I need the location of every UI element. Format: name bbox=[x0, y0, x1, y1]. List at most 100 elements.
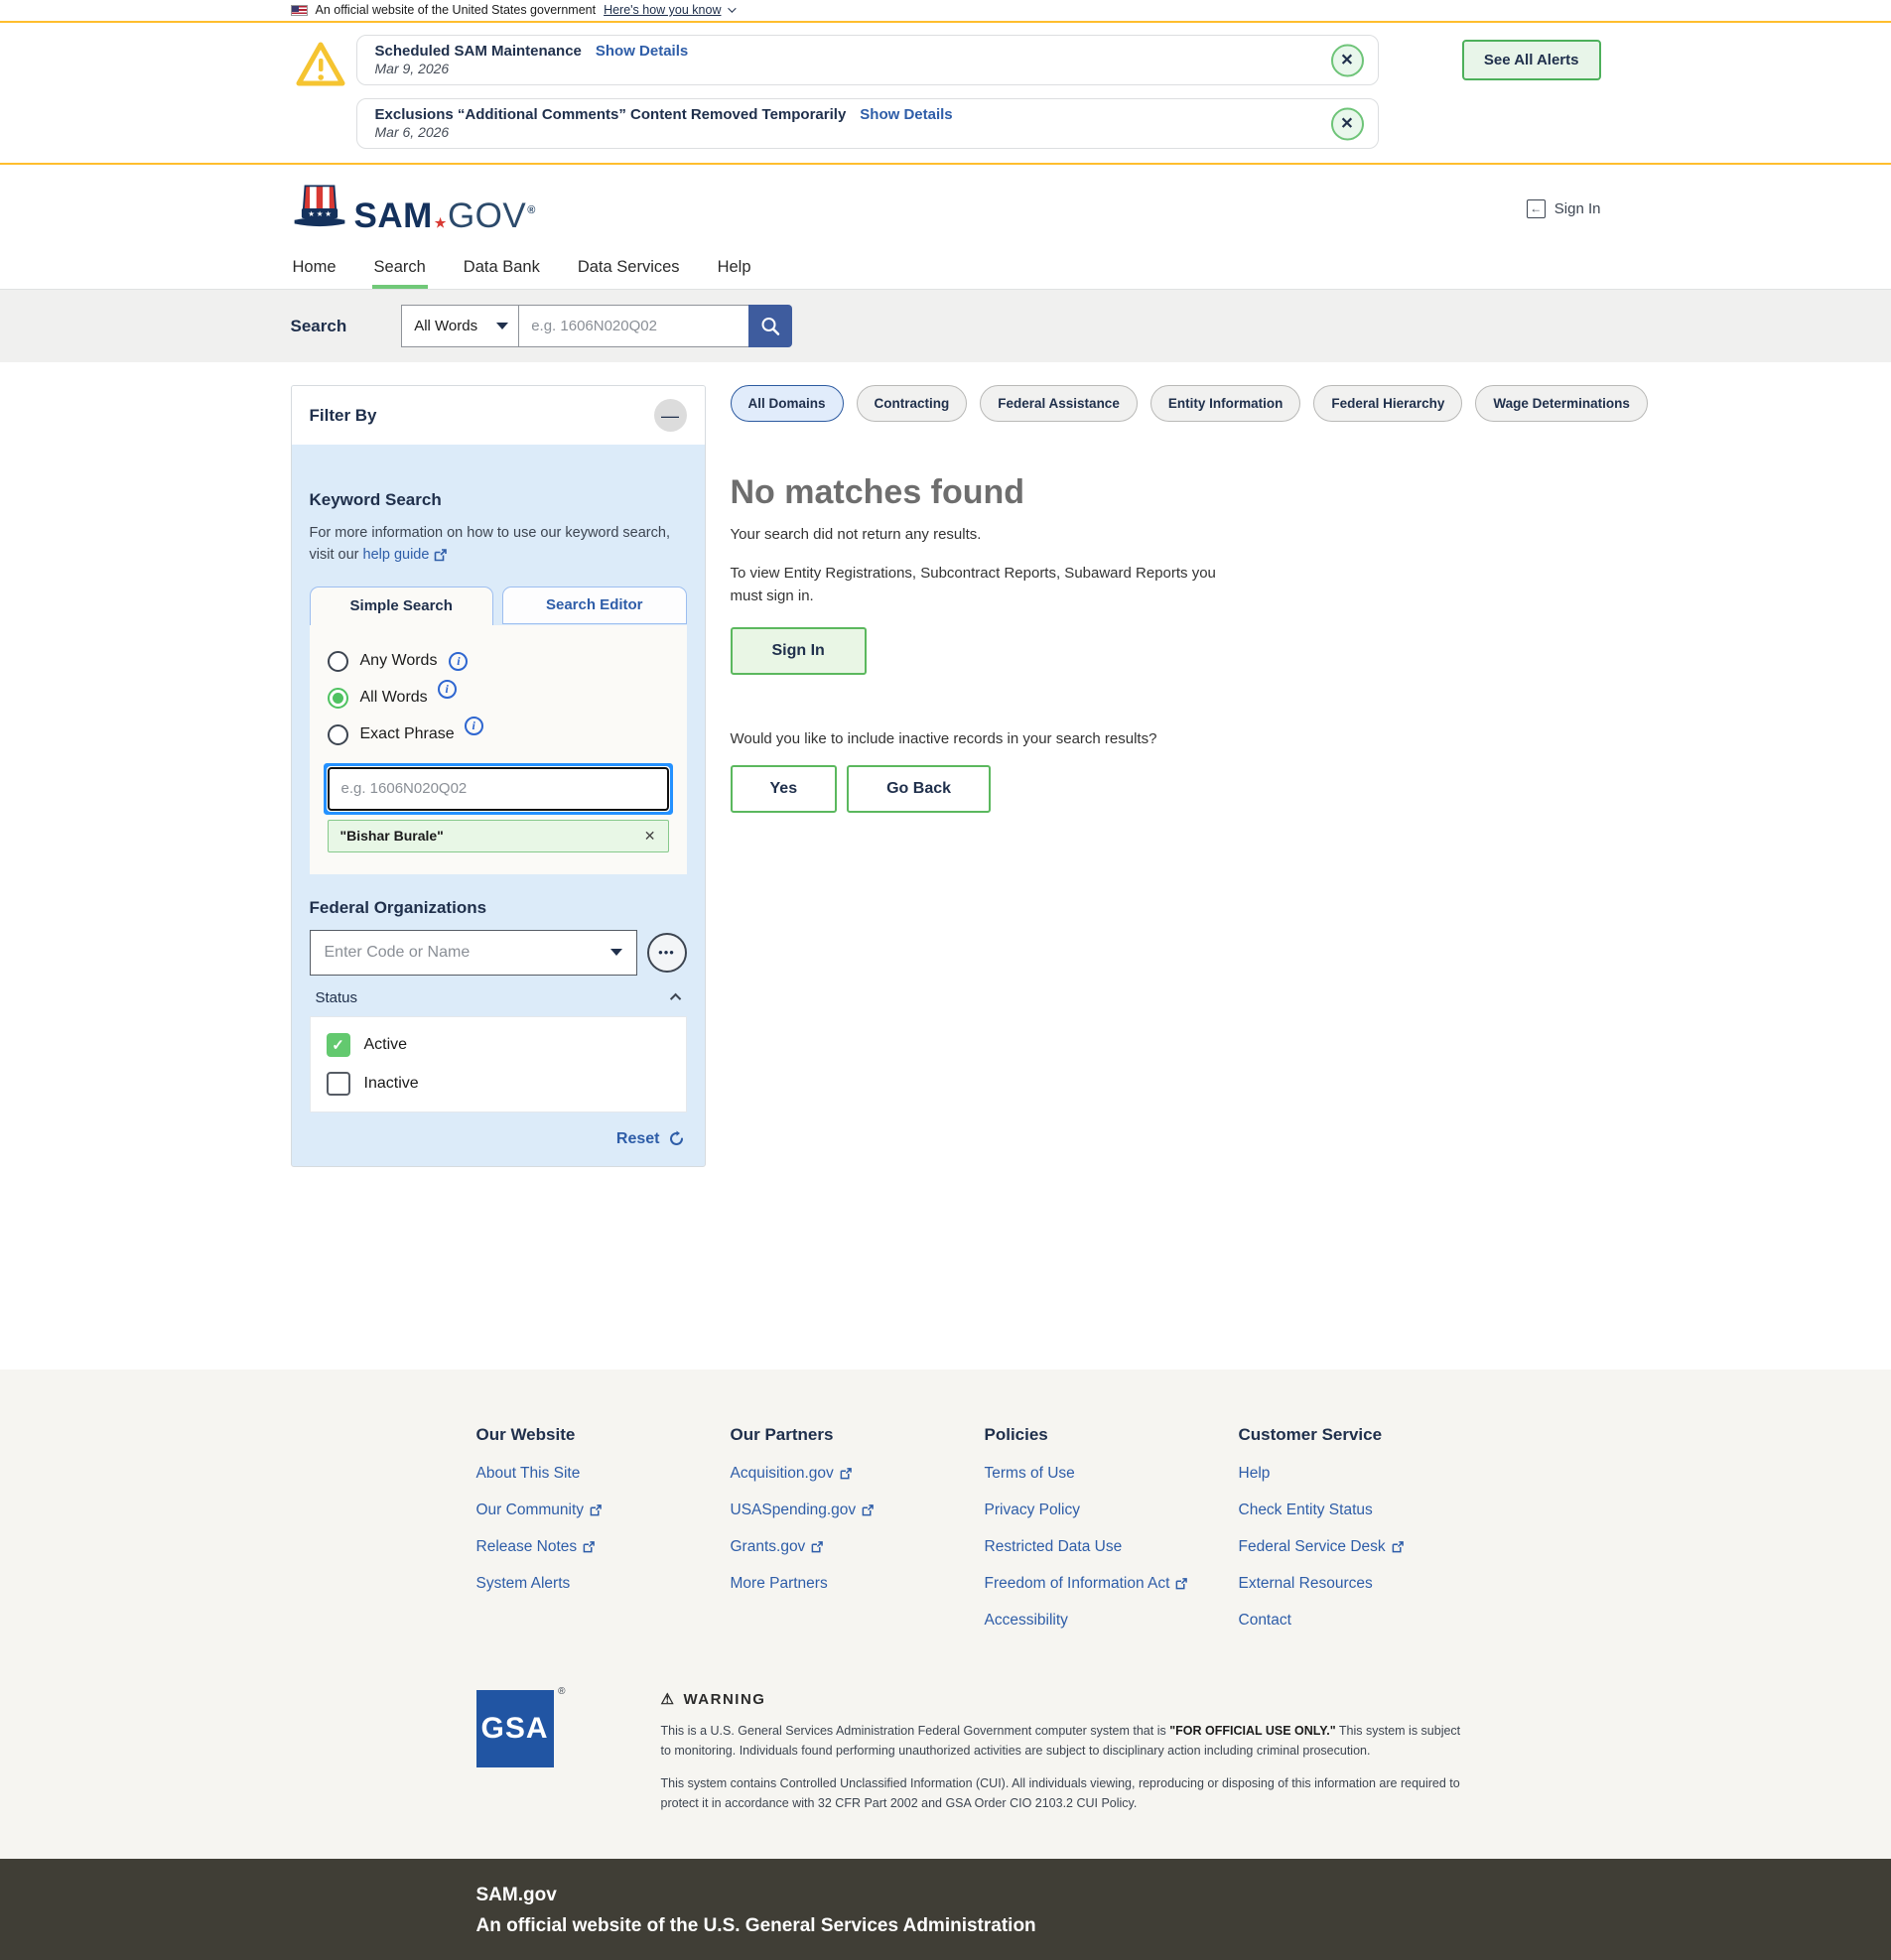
status-section-toggle[interactable]: Status bbox=[310, 976, 687, 1016]
logo-sam-text: SAM bbox=[354, 198, 433, 233]
footer-link-label: More Partners bbox=[731, 1575, 828, 1593]
collapse-filters-button[interactable]: — bbox=[654, 399, 687, 432]
footer-link-acquisition-gov[interactable]: Acquisition.gov bbox=[731, 1465, 985, 1483]
chevron-down-icon bbox=[728, 4, 736, 12]
info-icon[interactable]: i bbox=[438, 680, 457, 699]
radio-any-words-label: Any Words bbox=[360, 652, 438, 670]
footer-link-system-alerts[interactable]: System Alerts bbox=[476, 1575, 731, 1593]
footer-link-about-this-site[interactable]: About This Site bbox=[476, 1465, 731, 1483]
nav-item-data-bank[interactable]: Data Bank bbox=[462, 252, 542, 289]
federal-org-placeholder: Enter Code or Name bbox=[325, 944, 471, 962]
inactive-checkbox[interactable] bbox=[327, 1072, 350, 1096]
see-all-alerts-button[interactable]: See All Alerts bbox=[1462, 40, 1601, 80]
footer-link-more-partners[interactable]: More Partners bbox=[731, 1575, 985, 1593]
external-link-icon bbox=[1392, 1541, 1404, 1553]
footer-link-release-notes[interactable]: Release Notes bbox=[476, 1538, 731, 1556]
info-icon[interactable]: i bbox=[449, 652, 468, 671]
pill-contracting[interactable]: Contracting bbox=[857, 385, 968, 422]
alert-close-button[interactable]: ✕ bbox=[1331, 107, 1364, 140]
main-nav: Home Search Data Bank Data Services Help bbox=[0, 252, 1891, 290]
global-search-input[interactable] bbox=[518, 305, 748, 347]
alert-close-button[interactable]: ✕ bbox=[1331, 44, 1364, 76]
keyword-search-heading: Keyword Search bbox=[310, 490, 687, 510]
sign-in-button[interactable]: Sign In bbox=[731, 627, 867, 675]
yes-button[interactable]: Yes bbox=[731, 765, 838, 813]
external-link-icon bbox=[1175, 1578, 1187, 1590]
how-you-know-link[interactable]: Here's how you know bbox=[604, 3, 733, 17]
footer-link-terms-of-use[interactable]: Terms of Use bbox=[985, 1465, 1239, 1483]
warning-paragraph-1: This is a U.S. General Services Administ… bbox=[661, 1721, 1470, 1761]
show-details-link[interactable]: Show Details bbox=[860, 106, 952, 123]
login-arrow-icon: ← bbox=[1527, 199, 1546, 218]
footer-link-federal-service-desk[interactable]: Federal Service Desk bbox=[1239, 1538, 1493, 1556]
alert-item: Scheduled SAM Maintenance Show Details M… bbox=[356, 35, 1379, 85]
go-back-button[interactable]: Go Back bbox=[847, 765, 991, 813]
pill-wage-determinations[interactable]: Wage Determinations bbox=[1475, 385, 1648, 422]
status-option-inactive[interactable]: Inactive bbox=[327, 1072, 670, 1096]
external-link-icon bbox=[590, 1504, 602, 1516]
footer-link-external-resources[interactable]: External Resources bbox=[1239, 1575, 1493, 1593]
keyword-search-input[interactable] bbox=[328, 767, 669, 811]
chevron-up-icon bbox=[669, 993, 680, 1004]
external-link-icon bbox=[434, 549, 447, 562]
footer-link-privacy-policy[interactable]: Privacy Policy bbox=[985, 1502, 1239, 1519]
keyword-search-box: Any Words i All Words i Exact Phrase i bbox=[310, 625, 687, 874]
footer-link-label: Terms of Use bbox=[985, 1465, 1075, 1483]
help-guide-link[interactable]: help guide bbox=[363, 544, 448, 566]
radio-exact-phrase[interactable] bbox=[328, 724, 348, 745]
pill-federal-assistance[interactable]: Federal Assistance bbox=[980, 385, 1138, 422]
pill-federal-hierarchy[interactable]: Federal Hierarchy bbox=[1313, 385, 1462, 422]
footer-link-usaspending-gov[interactable]: USASpending.gov bbox=[731, 1502, 985, 1519]
how-you-know-label: Here's how you know bbox=[604, 3, 721, 17]
reset-filters[interactable]: Reset bbox=[310, 1130, 687, 1148]
logo-gov-text: GOV bbox=[448, 198, 526, 233]
nav-item-search[interactable]: Search bbox=[372, 252, 428, 289]
logo-star-icon: ★ bbox=[435, 216, 447, 229]
no-results-message: Your search did not return any results. bbox=[731, 526, 1648, 543]
footer-col-policies: Policies Terms of Use Privacy Policy Res… bbox=[985, 1425, 1239, 1648]
federal-org-more-options-button[interactable]: ••• bbox=[647, 933, 687, 973]
keyword-tag: "Bishar Burale" ✕ bbox=[328, 820, 669, 852]
warning-icon: ⚠ bbox=[661, 1690, 676, 1708]
federal-org-select[interactable]: Enter Code or Name bbox=[310, 930, 637, 976]
active-checkbox[interactable]: ✓ bbox=[327, 1033, 350, 1057]
info-icon[interactable]: i bbox=[465, 717, 483, 735]
search-submit-button[interactable] bbox=[748, 305, 792, 347]
pill-all-domains[interactable]: All Domains bbox=[731, 385, 844, 422]
warning-text-bold: "FOR OFFICIAL USE ONLY." bbox=[1169, 1724, 1335, 1738]
footer-link-accessibility[interactable]: Accessibility bbox=[985, 1612, 1239, 1630]
footer-link-our-community[interactable]: Our Community bbox=[476, 1502, 731, 1519]
radio-all-words[interactable] bbox=[328, 688, 348, 709]
status-option-active[interactable]: ✓ Active bbox=[327, 1033, 670, 1057]
tab-simple-search[interactable]: Simple Search bbox=[310, 587, 494, 625]
sign-in-required-message: To view Entity Registrations, Subcontrac… bbox=[731, 563, 1252, 607]
footer-link-check-entity-status[interactable]: Check Entity Status bbox=[1239, 1502, 1493, 1519]
filter-by-title: Filter By bbox=[310, 406, 377, 426]
nav-item-home[interactable]: Home bbox=[291, 252, 338, 289]
footer-heading: Customer Service bbox=[1239, 1425, 1493, 1445]
footer-link-help[interactable]: Help bbox=[1239, 1465, 1493, 1483]
pill-entity-information[interactable]: Entity Information bbox=[1150, 385, 1301, 422]
radio-any-words[interactable] bbox=[328, 651, 348, 672]
nav-item-data-services[interactable]: Data Services bbox=[576, 252, 682, 289]
footer-link-restricted-data-use[interactable]: Restricted Data Use bbox=[985, 1538, 1239, 1556]
warning-triangle-icon bbox=[295, 39, 346, 95]
footer-link-contact[interactable]: Contact bbox=[1239, 1612, 1493, 1630]
uncle-sam-hat-icon: ★ ★ ★ bbox=[291, 184, 348, 233]
alert-title: Exclusions “Additional Comments” Content… bbox=[375, 106, 847, 123]
header-sign-in-link[interactable]: ← Sign In bbox=[1527, 199, 1601, 218]
tab-search-editor[interactable]: Search Editor bbox=[502, 587, 687, 624]
show-details-link[interactable]: Show Details bbox=[596, 43, 688, 60]
keyword-tag-remove-icon[interactable]: ✕ bbox=[644, 828, 656, 845]
external-link-icon bbox=[840, 1468, 852, 1480]
external-link-icon bbox=[862, 1504, 874, 1516]
footer-link-foia[interactable]: Freedom of Information Act bbox=[985, 1575, 1239, 1593]
footer-link-label: Privacy Policy bbox=[985, 1502, 1080, 1519]
sam-gov-logo[interactable]: ★ ★ ★ SAM★GOV® bbox=[291, 184, 536, 233]
footer-link-grants-gov[interactable]: Grants.gov bbox=[731, 1538, 985, 1556]
bottom-identity-bar: SAM.gov An official website of the U.S. … bbox=[0, 1859, 1891, 1960]
search-type-dropdown[interactable]: All Words bbox=[401, 305, 518, 347]
domain-filter-pills: All Domains Contracting Federal Assistan… bbox=[731, 385, 1648, 422]
caret-down-icon bbox=[610, 949, 622, 956]
nav-item-help[interactable]: Help bbox=[716, 252, 753, 289]
